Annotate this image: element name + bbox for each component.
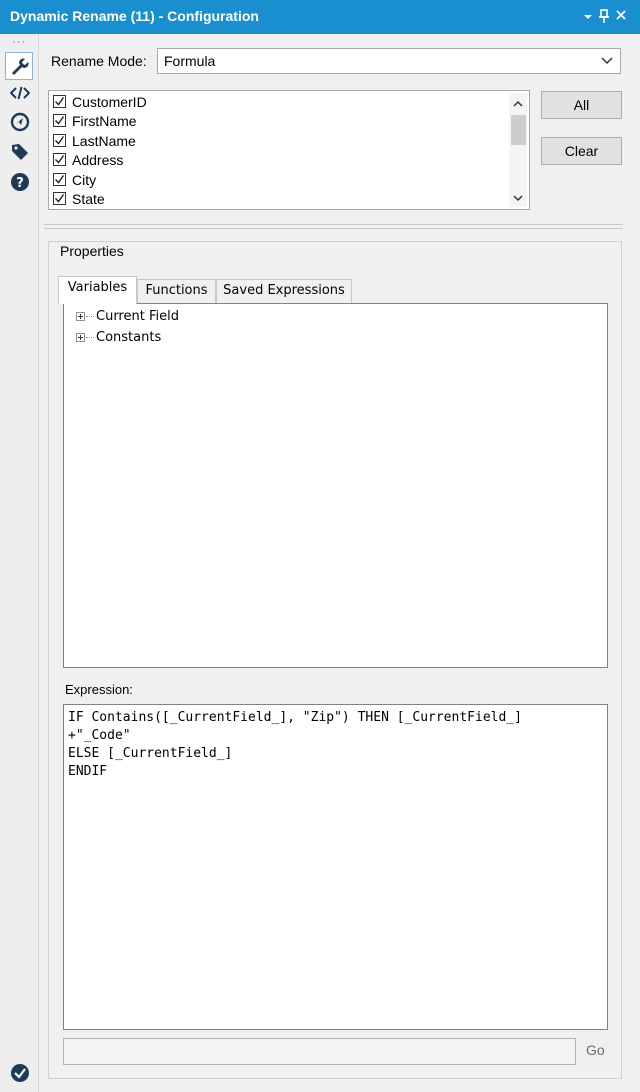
scroll-up-icon[interactable] — [512, 97, 524, 109]
field-item-address[interactable]: Address — [53, 150, 123, 169]
expand-icon[interactable] — [76, 332, 85, 342]
window-title: Dynamic Rename (11) - Configuration — [10, 8, 259, 24]
tab-variables[interactable]: Variables — [58, 276, 137, 304]
checkbox[interactable] — [53, 153, 66, 166]
tree-node-label: Constants — [96, 329, 162, 345]
tab-functions[interactable]: Functions — [137, 279, 216, 303]
divider — [44, 224, 623, 225]
sidebar: ··· ? — [0, 34, 39, 1092]
field-label: CustomerID — [72, 93, 147, 110]
field-label: LastName — [72, 132, 136, 149]
field-item-customerid[interactable]: CustomerID — [53, 92, 147, 111]
rename-mode-label: Rename Mode: — [51, 53, 147, 69]
expand-icon[interactable] — [76, 311, 85, 321]
field-list: CustomerID FirstName LastName Address Ci… — [48, 90, 530, 210]
field-label: FirstName — [72, 112, 137, 129]
properties-title: Properties — [60, 243, 124, 259]
expression-editor[interactable]: IF Contains([_CurrentField_], "Zip") THE… — [63, 704, 608, 1030]
wrench-icon[interactable] — [5, 52, 33, 80]
go-button[interactable]: Go — [586, 1042, 605, 1058]
test-input[interactable] — [63, 1038, 576, 1065]
checkbox[interactable] — [53, 114, 66, 127]
close-icon[interactable] — [613, 7, 629, 25]
check-circle-icon[interactable] — [9, 1062, 31, 1084]
rename-mode-select[interactable]: Formula — [157, 48, 621, 74]
field-item-firstname[interactable]: FirstName — [53, 111, 137, 130]
code-icon[interactable] — [9, 82, 31, 104]
clear-button[interactable]: Clear — [541, 137, 622, 165]
tree-node-label: Current Field — [96, 308, 179, 324]
sidebar-grip: ··· — [12, 36, 26, 48]
checkbox[interactable] — [53, 173, 66, 186]
divider — [44, 228, 623, 229]
tab-saved-expressions[interactable]: Saved Expressions — [216, 279, 352, 303]
help-icon[interactable]: ? — [9, 171, 31, 193]
field-label: State — [72, 190, 105, 207]
title-bar: Dynamic Rename (11) - Configuration — [0, 0, 640, 34]
field-item-state[interactable]: State — [53, 189, 105, 208]
scrollbar-thumb[interactable] — [511, 115, 526, 145]
field-list-scrollbar[interactable] — [509, 93, 527, 207]
variables-tree: Current Field Constants — [63, 303, 608, 668]
chevron-down-icon — [600, 52, 614, 73]
checkbox[interactable] — [53, 95, 66, 108]
svg-text:?: ? — [16, 176, 24, 191]
field-item-city[interactable]: City — [53, 170, 96, 189]
tag-icon[interactable] — [9, 141, 31, 163]
checkbox[interactable] — [53, 134, 66, 147]
expression-label: Expression: — [65, 682, 133, 697]
tree-node-constants[interactable]: Constants — [76, 328, 161, 346]
tree-node-current-field[interactable]: Current Field — [76, 307, 179, 325]
field-item-lastname[interactable]: LastName — [53, 131, 136, 150]
pin-icon[interactable] — [596, 7, 612, 25]
all-button[interactable]: All — [541, 91, 622, 119]
compass-icon[interactable] — [9, 111, 31, 133]
rename-mode-value: Formula — [164, 53, 216, 69]
field-label: City — [72, 171, 97, 188]
scroll-down-icon[interactable] — [512, 191, 524, 203]
field-label: Address — [72, 151, 124, 168]
dropdown-icon[interactable] — [580, 7, 596, 25]
checkbox[interactable] — [53, 192, 66, 205]
